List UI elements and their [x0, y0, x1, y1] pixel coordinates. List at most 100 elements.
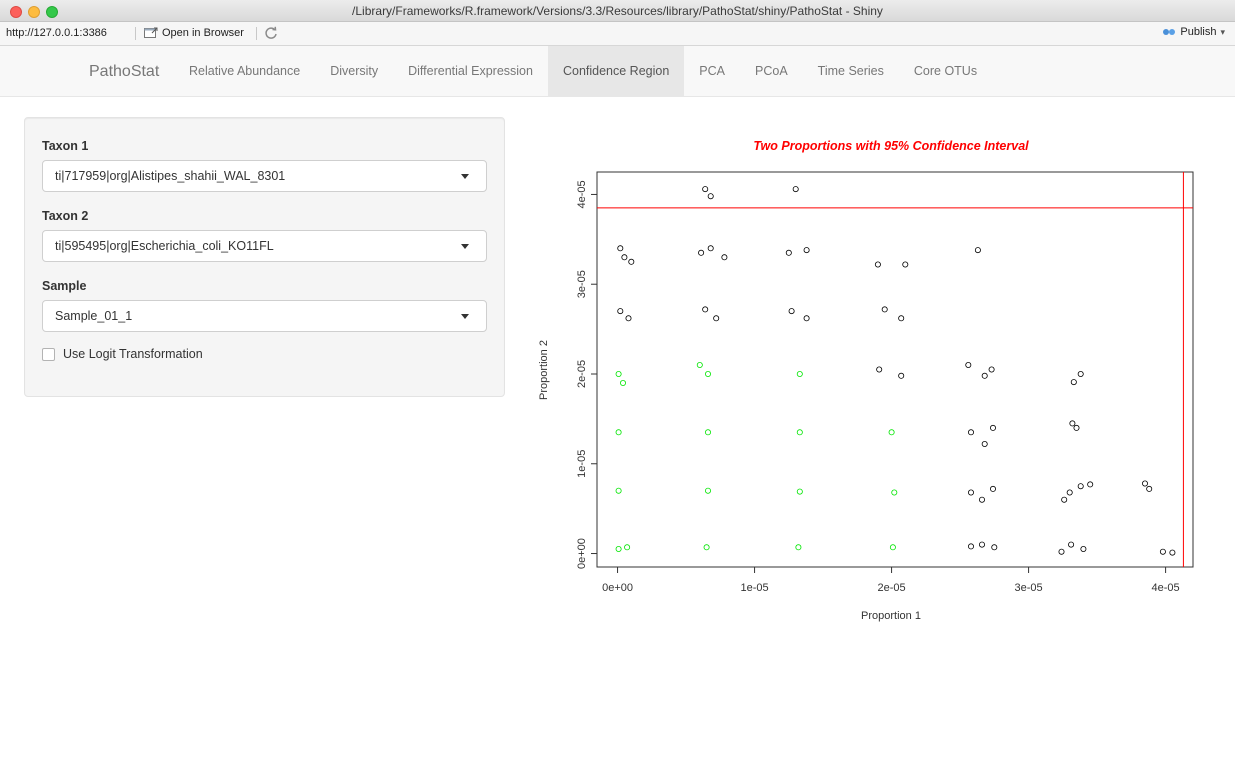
points-layer [615, 186, 1176, 556]
data-point [1068, 541, 1075, 548]
caret-down-icon [461, 174, 469, 179]
data-point [617, 308, 624, 315]
data-point [989, 424, 996, 431]
data-point [876, 366, 883, 373]
data-point [874, 261, 881, 268]
data-point [1070, 379, 1077, 386]
x-tick-label: 0e+00 [602, 582, 633, 594]
y-axis: 0e+00 1e-05 2e-05 3e-05 4e-05 [576, 180, 597, 569]
x-tick-label: 3e-05 [1015, 582, 1043, 594]
data-point [721, 254, 728, 261]
toolbar-divider [135, 27, 136, 40]
confidence-region-plot: Two Proportions with 95% Confidence Inte… [538, 139, 1194, 622]
tab-pca[interactable]: PCA [684, 46, 740, 96]
publish-button[interactable]: Publish ▾ [1162, 26, 1225, 38]
data-point [788, 308, 795, 315]
data-point [1069, 420, 1076, 427]
data-point [713, 315, 720, 322]
data-point [615, 545, 622, 552]
tab-core-otus[interactable]: Core OTUs [899, 46, 992, 96]
data-point [615, 487, 622, 494]
data-point [989, 485, 996, 492]
taxon1-value: ti|717959|org|Alistipes_shahii_WAL_8301 [55, 169, 286, 183]
data-point [624, 544, 631, 551]
tab-diversity[interactable]: Diversity [315, 46, 393, 96]
data-point [1058, 548, 1065, 555]
data-point [707, 193, 714, 200]
app-brand[interactable]: PathoStat [89, 63, 159, 81]
data-point [1066, 489, 1073, 496]
tab-time-series[interactable]: Time Series [803, 46, 899, 96]
taxon2-select[interactable]: ti|595495|org|Escherichia_coli_KO11FL [42, 230, 487, 262]
data-point [978, 541, 985, 548]
taxon2-value: ti|595495|org|Escherichia_coli_KO11FL [55, 239, 274, 253]
tab-differential-expression[interactable]: Differential Expression [393, 46, 548, 96]
data-point [704, 487, 711, 494]
data-point [891, 489, 898, 496]
publish-label: Publish [1180, 26, 1217, 38]
data-point [881, 306, 888, 313]
plot-title: Two Proportions with 95% Confidence Inte… [753, 139, 1029, 153]
app-navbar: PathoStat Relative Abundance Diversity D… [0, 46, 1235, 97]
sidebar-panel: Taxon 1 ti|717959|org|Alistipes_shahii_W… [24, 117, 505, 397]
data-point [1080, 545, 1087, 552]
data-point [991, 544, 998, 551]
data-point [621, 254, 628, 261]
caret-down-icon [461, 244, 469, 249]
open-in-browser-label: Open in Browser [162, 27, 244, 39]
taxon1-label: Taxon 1 [42, 139, 89, 153]
data-point [898, 372, 905, 379]
data-point [1077, 370, 1084, 377]
y-axis-label: Proportion 2 [538, 340, 550, 400]
data-point [1073, 424, 1080, 431]
data-point [703, 544, 710, 551]
logit-checkbox[interactable] [42, 347, 55, 361]
data-point [795, 544, 802, 551]
data-point [967, 489, 974, 496]
y-tick-label: 0e+00 [576, 538, 588, 569]
data-point [620, 379, 627, 386]
data-point [625, 315, 632, 322]
refresh-button[interactable] [263, 25, 279, 41]
data-point [704, 370, 711, 377]
publish-icon [1163, 29, 1176, 35]
browser-window-icon [144, 27, 158, 38]
data-point [702, 186, 709, 193]
data-point [988, 366, 995, 373]
plot-frame [596, 171, 1194, 568]
x-axis-label: Proportion 1 [861, 610, 921, 622]
data-point [967, 429, 974, 436]
data-point [1061, 496, 1068, 503]
logit-option[interactable]: Use Logit Transformation [42, 347, 203, 361]
data-point [796, 429, 803, 436]
taxon2-label: Taxon 2 [42, 209, 89, 223]
viewer-toolbar: http://127.0.0.1:3386 Open in Browser Pu… [0, 22, 1235, 46]
x-tick-label: 2e-05 [878, 582, 906, 594]
data-point [803, 315, 810, 322]
x-tick-label: 4e-05 [1152, 582, 1180, 594]
window-titlebar: /Library/Frameworks/R.framework/Versions… [0, 0, 1235, 22]
data-point [898, 315, 905, 322]
taxon1-select[interactable]: ti|717959|org|Alistipes_shahii_WAL_8301 [42, 160, 487, 192]
sample-select[interactable]: Sample_01_1 [42, 300, 487, 332]
window-title: /Library/Frameworks/R.framework/Versions… [352, 4, 883, 18]
tab-relative-abundance[interactable]: Relative Abundance [174, 46, 315, 96]
x-axis: 0e+00 1e-05 2e-05 3e-05 4e-05 [602, 567, 1180, 594]
y-tick-label: 1e-05 [576, 450, 588, 478]
data-point [978, 496, 985, 503]
tab-confidence-region[interactable]: Confidence Region [547, 46, 685, 96]
caret-down-icon [461, 314, 469, 319]
tab-pcoa[interactable]: PCoA [740, 46, 803, 96]
open-in-browser-button[interactable]: Open in Browser [144, 25, 244, 41]
data-point [698, 249, 705, 256]
y-tick-label: 3e-05 [576, 270, 588, 298]
data-point [1159, 548, 1166, 555]
data-point [965, 361, 972, 368]
y-tick-label: 4e-05 [576, 180, 588, 208]
data-point [1169, 549, 1176, 556]
data-point [628, 258, 635, 265]
data-point [967, 543, 974, 550]
data-point [702, 306, 709, 313]
data-point [1087, 481, 1094, 488]
data-point [981, 372, 988, 379]
